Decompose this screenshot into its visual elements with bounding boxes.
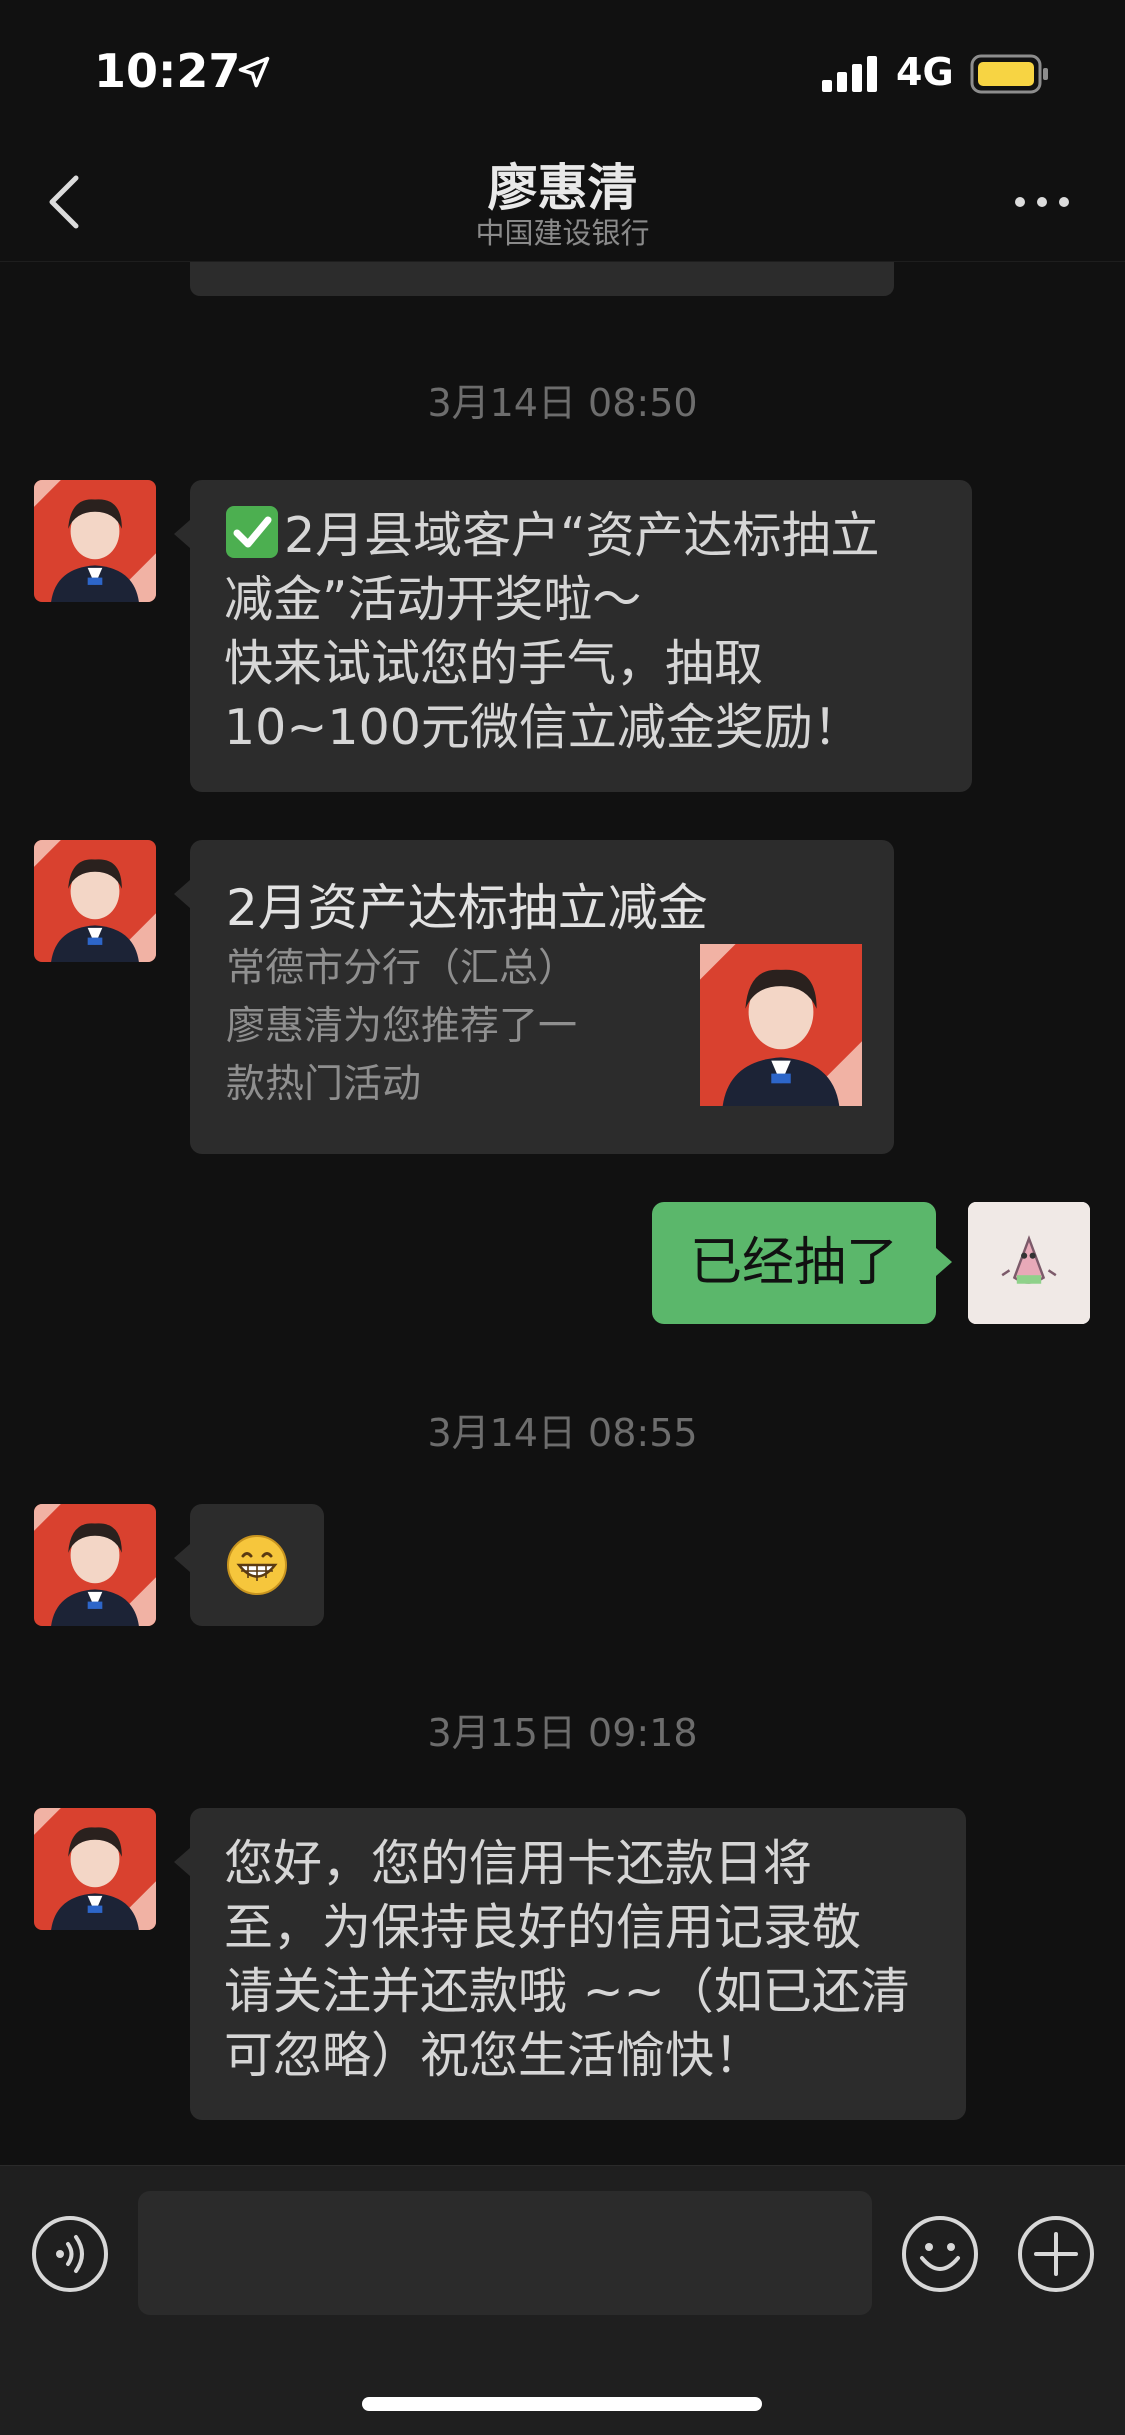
contact-avatar[interactable] [34, 840, 156, 962]
status-bar: 10:27 4G [0, 0, 1125, 140]
plus-icon[interactable] [1016, 2214, 1096, 2294]
more-dots-icon[interactable] [1012, 192, 1072, 212]
timestamp: 3月14日 08:50 [427, 381, 698, 425]
previous-message-bubble [190, 262, 894, 296]
home-indicator[interactable] [362, 2397, 762, 2411]
card-description: 常德市分行（汇总） 廖惠清为您推荐了一 款热门活动 [226, 946, 578, 1107]
contact-company: 中国建设银行 [475, 216, 650, 250]
card-thumbnail [700, 944, 862, 1106]
message-line: 请关注并还款哦 ~~（如已还清 [224, 1963, 910, 2020]
message-line: 快来试试您的手气，抽取 [224, 635, 764, 692]
message-line: 您好，您的信用卡还款日将 [224, 1835, 813, 1892]
smiley-icon[interactable] [900, 2214, 980, 2294]
cell-signal-icon [822, 56, 877, 92]
activity-card[interactable]: 2月资产达标抽立减金 常德市分行（汇总） 廖惠清为您推荐了一 款热门活动 [174, 840, 894, 1154]
message-line: 减金”活动开奖啦～ [224, 571, 642, 628]
status-time: 10:27 [94, 44, 241, 98]
message-line: 至，为保持良好的信用记录敬 [224, 1899, 862, 1956]
message-line: 2月县域客户“资产达标抽立 [224, 504, 938, 568]
chat-history[interactable]: 3月14日 08:50 2月县域客户“资产达标抽立 减金”活动开奖啦～ 快来试试… [0, 262, 1125, 2162]
message-bubble[interactable]: 2月县域客户“资产达标抽立 减金”活动开奖啦～ 快来试试您的手气，抽取 10~1… [174, 480, 972, 792]
my-avatar[interactable] [968, 1202, 1090, 1324]
message-bubble[interactable]: 您好，您的信用卡还款日将 至，为保持良好的信用记录敬 请关注并还款哦 ~~（如已… [174, 1808, 966, 2120]
message-line: 可忽略）祝您生活愉快！ [224, 2027, 764, 2084]
nav-bar: 廖惠清 中国建设银行 [0, 140, 1125, 262]
message-line: 10~100元微信立减金奖励！ [224, 699, 862, 756]
network-label: 4G [896, 50, 954, 94]
location-arrow-icon [238, 56, 270, 88]
contact-avatar[interactable] [34, 480, 156, 602]
card-title: 2月资产达标抽立减金 [226, 879, 708, 937]
voice-icon[interactable] [30, 2214, 110, 2294]
input-bar [0, 2165, 1125, 2435]
emoji-message-bubble[interactable] [174, 1504, 324, 1626]
check-mark-icon [226, 506, 278, 558]
contact-avatar[interactable] [34, 1504, 156, 1626]
timestamp: 3月14日 08:55 [427, 1411, 698, 1455]
message-input[interactable] [138, 2191, 872, 2315]
grinning-face-icon [227, 1535, 287, 1595]
timestamp: 3月15日 09:18 [427, 1711, 698, 1755]
battery-icon [970, 54, 1048, 94]
contact-avatar[interactable] [34, 1808, 156, 1930]
my-message-bubble[interactable]: 已经抽了 [652, 1202, 952, 1324]
